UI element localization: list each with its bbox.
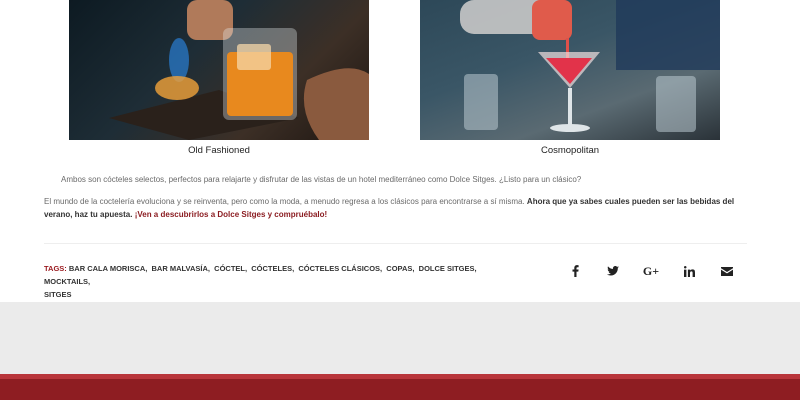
- old-fashioned-caption: Old Fashioned: [188, 145, 250, 156]
- tag-sitges[interactable]: SITGES: [44, 290, 72, 299]
- article-paragraph-1: Ambos son cócteles selectos, perfectos p…: [61, 175, 582, 184]
- tag-dolce-sitges[interactable]: DOLCE SITGES,: [419, 264, 477, 273]
- tag-bar-cala-morisca[interactable]: BAR CALA MORISCA,: [69, 264, 147, 273]
- cosmopolitan-photo: [420, 0, 720, 140]
- tags-list: TAGS: BAR CALA MORISCA, BAR MALVASÍA, CÓ…: [44, 262, 504, 301]
- article-paragraph-2: El mundo de la coctelería evoluciona y s…: [44, 195, 756, 221]
- tags-label: TAGS:: [44, 264, 67, 273]
- old-fashioned-photo: [69, 0, 369, 140]
- paragraph-2-text: El mundo de la coctelería evoluciona y s…: [44, 197, 527, 206]
- figure-cosmopolitan: Cosmopolitan: [420, 0, 720, 156]
- footer-red-band: [0, 379, 800, 400]
- tag-cocteles-clasicos[interactable]: CÓCTELES CLÁSICOS,: [298, 264, 382, 273]
- linkedin-icon[interactable]: [670, 262, 708, 280]
- facebook-icon[interactable]: [556, 262, 594, 280]
- tag-coctel[interactable]: CÓCTEL,: [214, 264, 247, 273]
- twitter-icon[interactable]: [594, 262, 632, 280]
- tag-mocktails[interactable]: MOCKTAILS,: [44, 277, 90, 286]
- tag-bar-malvasia[interactable]: BAR MALVASÍA,: [152, 264, 210, 273]
- share-bar: G+: [556, 262, 746, 280]
- figure-old-fashioned: Old Fashioned: [69, 0, 369, 156]
- email-icon[interactable]: [708, 262, 746, 280]
- footer-gray-band: [0, 302, 800, 374]
- google-plus-icon[interactable]: G+: [632, 262, 670, 280]
- google-plus-label: G+: [642, 263, 660, 278]
- cosmopolitan-caption: Cosmopolitan: [540, 145, 600, 156]
- divider: [44, 243, 747, 244]
- tag-cocteles[interactable]: CÓCTELES,: [251, 264, 294, 273]
- paragraph-2-cta: ¡Ven a descubrirlos a Dolce Sitges y com…: [132, 210, 328, 219]
- tag-copas[interactable]: COPAS,: [386, 264, 414, 273]
